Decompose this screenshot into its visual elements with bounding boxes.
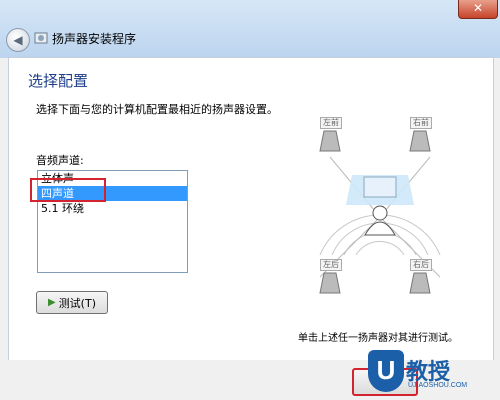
play-icon: ▶	[47, 297, 56, 308]
title-bar	[0, 0, 500, 58]
speaker-layout-graphic	[319, 130, 441, 294]
front-left-speaker-label[interactable]: 左前	[320, 117, 342, 129]
channel-listbox[interactable]: 立体声 四声道 5.1 环绕	[37, 170, 188, 273]
channel-option-quad[interactable]: 四声道	[38, 186, 187, 201]
close-icon: ✕	[472, 1, 484, 15]
site-watermark: U 教授 UJIAOSHOU.COM	[354, 342, 500, 400]
back-button[interactable]: ◀	[6, 28, 30, 52]
page-title: 选择配置	[28, 72, 89, 90]
watermark-logo: U	[368, 350, 404, 392]
back-arrow-icon: ◀	[13, 33, 23, 47]
channel-list-label: 音频声道:	[36, 154, 84, 167]
speaker-setup-icon	[34, 32, 48, 44]
test-button-label: 测试(T)	[58, 296, 96, 310]
rear-left-speaker-label[interactable]: 左后	[320, 259, 342, 271]
instruction-text: 选择下面与您的计算机配置最相近的扬声器设置。	[36, 103, 278, 116]
front-right-speaker-label[interactable]: 右前	[410, 117, 432, 129]
channel-option-stereo[interactable]: 立体声	[38, 171, 187, 186]
close-button[interactable]: ✕	[458, 0, 498, 19]
watermark-url: UJIAOSHOU.COM	[408, 382, 468, 389]
speaker-diagram: 左前 右前 左后 右后	[290, 105, 470, 320]
channel-option-surround[interactable]: 5.1 环绕	[38, 201, 187, 216]
test-button[interactable]: ▶ 测试(T)	[36, 291, 108, 314]
window-title: 扬声器安装程序	[52, 32, 137, 46]
rear-right-speaker-label[interactable]: 右后	[410, 259, 432, 271]
